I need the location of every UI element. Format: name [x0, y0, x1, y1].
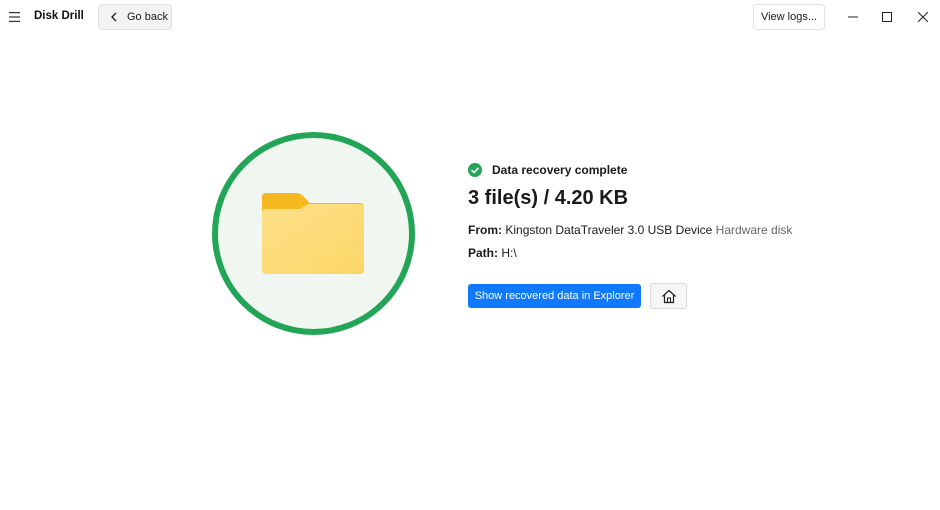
minimize-icon — [848, 16, 858, 18]
source-type: Hardware disk — [715, 223, 793, 237]
status-text: Data recovery complete — [492, 163, 628, 177]
folder-icon — [262, 193, 364, 274]
show-in-explorer-button[interactable]: Show recovered data in Explorer — [468, 284, 641, 308]
source-device: Kingston DataTraveler 3.0 USB Device — [505, 223, 713, 237]
path-line: Path: H:\ — [468, 246, 517, 260]
app-title: Disk Drill — [34, 10, 84, 22]
minimize-button[interactable] — [839, 4, 867, 30]
status-line: Data recovery complete — [468, 160, 627, 180]
title-bar: Disk Drill Go back View logs... — [0, 0, 940, 36]
go-back-button[interactable]: Go back — [98, 4, 172, 30]
path-value: H:\ — [501, 246, 517, 260]
check-circle-icon — [468, 163, 482, 177]
maximize-button[interactable] — [873, 4, 901, 30]
recovered-summary: 3 file(s) / 4.20 KB — [468, 187, 629, 209]
home-button[interactable] — [650, 283, 687, 309]
path-label: Path: — [468, 246, 498, 260]
hamburger-menu-button[interactable] — [4, 6, 26, 28]
view-logs-button[interactable]: View logs... — [753, 4, 825, 30]
source-line: From: Kingston DataTraveler 3.0 USB Devi… — [468, 223, 792, 237]
from-label: From: — [468, 223, 502, 237]
hamburger-icon — [9, 12, 20, 22]
chevron-left-icon — [109, 12, 119, 22]
home-icon — [661, 289, 676, 303]
go-back-label: Go back — [127, 11, 168, 23]
maximize-icon — [882, 12, 892, 22]
close-button[interactable] — [909, 4, 937, 30]
close-icon — [918, 12, 928, 22]
